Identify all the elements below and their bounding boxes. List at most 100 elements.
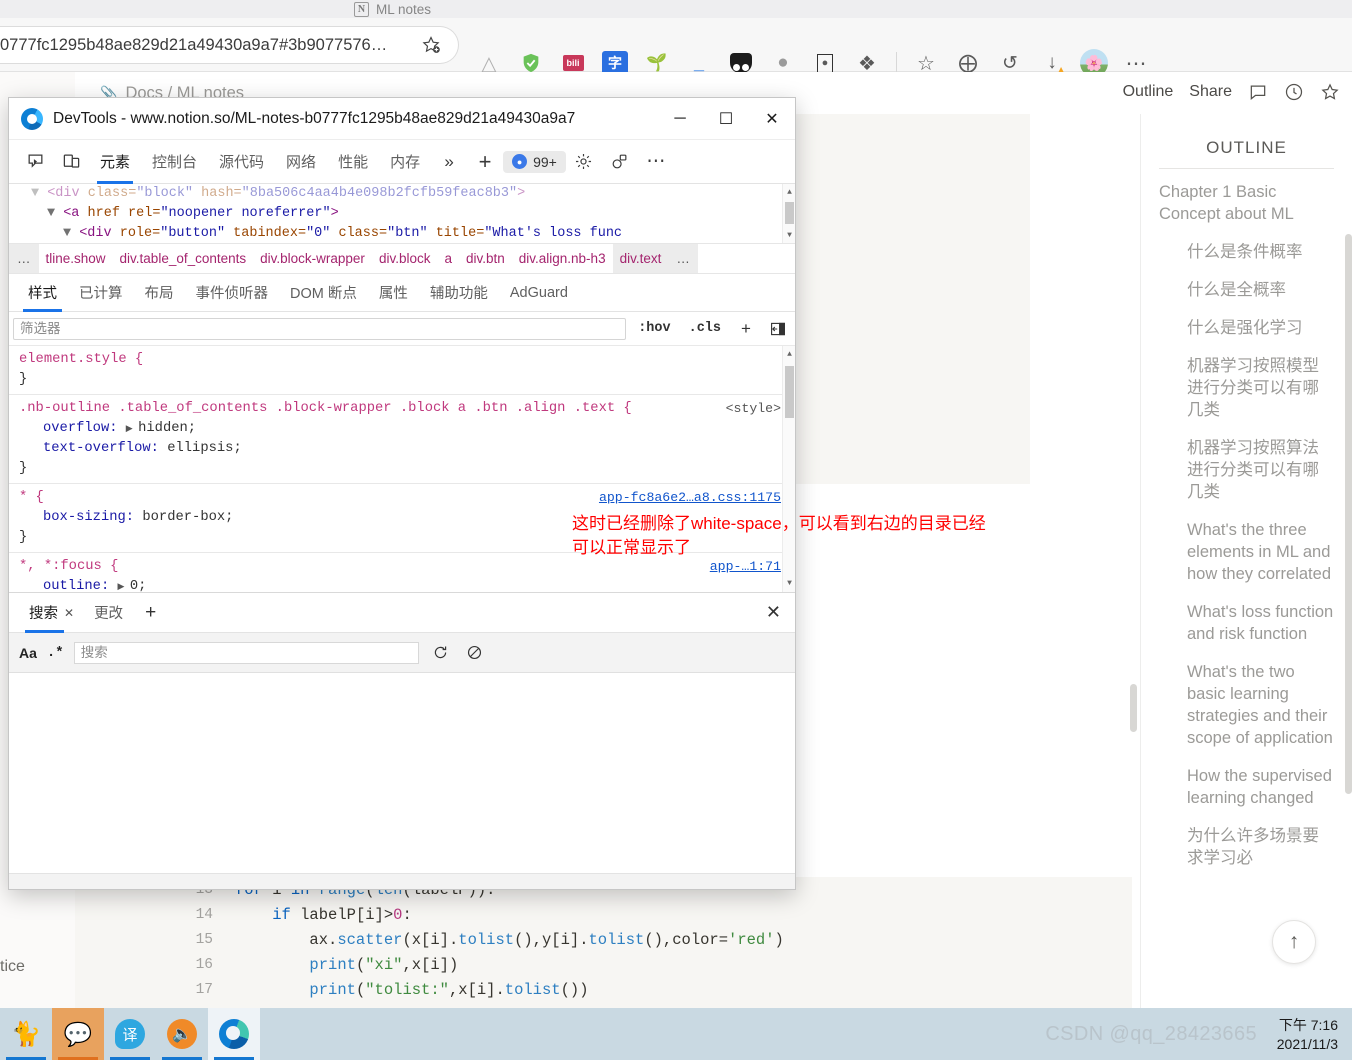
star-add-icon[interactable] (416, 30, 446, 60)
css-property-name[interactable]: text-overflow: (43, 441, 167, 456)
styles-tab[interactable]: 样式 (17, 274, 68, 312)
outline-item[interactable]: How the supervised learning changed (1159, 765, 1334, 809)
comment-icon[interactable] (1248, 82, 1268, 102)
toggle-computed-pane-icon[interactable] (765, 316, 791, 342)
css-declaration[interactable]: outline: ▶ 0; (19, 577, 785, 592)
dom-breadcrumb-item[interactable]: a (437, 244, 459, 273)
css-selector[interactable]: .nb-outline .table_of_contents .block-wr… (19, 399, 785, 419)
share-button[interactable]: Share (1189, 83, 1232, 101)
dom-breadcrumb-item[interactable]: div.align.nb-h3 (512, 244, 613, 273)
address-bar[interactable]: 0777fc1295b48ae829d21a49430a9a7#3b907757… (0, 27, 458, 63)
tab-sources[interactable]: 源代码 (208, 140, 275, 184)
styles-filter-input[interactable]: 筛选器 (13, 317, 627, 340)
outline-item[interactable]: 什么是强化学习 (1159, 317, 1334, 339)
close-drawer-icon[interactable]: ✕ (752, 602, 795, 623)
scroll-thumb[interactable] (785, 202, 794, 224)
outline-item[interactable]: What's loss function and risk function (1159, 601, 1334, 645)
search-results-list[interactable] (9, 673, 795, 873)
css-selector[interactable]: *, *:focus { (19, 557, 785, 577)
taskbar-item-volume[interactable]: 🔈 (156, 1008, 208, 1060)
css-property-value[interactable]: ellipsis; (167, 441, 242, 456)
css-declaration[interactable]: text-overflow: ellipsis; (19, 439, 785, 459)
styles-tab[interactable]: 布局 (134, 274, 185, 312)
new-style-rule-icon[interactable]: + (733, 316, 759, 342)
device-toolbar-icon[interactable] (53, 145, 89, 179)
css-selector[interactable]: element.style { (19, 350, 785, 370)
css-property-name[interactable]: overflow: (43, 421, 126, 436)
taskbar-item-translate[interactable]: 译 (104, 1008, 156, 1060)
add-tab-icon[interactable]: + (467, 145, 503, 179)
drawer-tab-changes[interactable]: 更改 (84, 593, 133, 633)
taskbar-item-cat[interactable]: 🐈 (0, 1008, 52, 1060)
dom-breadcrumb-item[interactable]: div.table_of_contents (113, 244, 254, 273)
scroll-up-icon[interactable]: ▲ (783, 348, 795, 361)
dom-tree[interactable]: ▼ <div class="block" hash="8ba506c4aa4b4… (9, 184, 795, 244)
refresh-icon[interactable] (429, 641, 453, 665)
dom-breadcrumb-item[interactable]: tline.show (39, 244, 113, 273)
match-case-toggle[interactable]: Aa (19, 645, 37, 661)
dom-node-line[interactable]: ▼ <a href rel="noopener noreferrer"> (9, 204, 795, 224)
scroll-down-icon[interactable]: ▼ (783, 229, 795, 242)
outline-item[interactable]: 什么是全概率 (1159, 279, 1334, 301)
outline-item[interactable]: Chapter 1 Basic Concept about ML (1159, 181, 1334, 225)
css-declaration[interactable]: overflow: ▶ hidden; (19, 419, 785, 439)
outline-button[interactable]: Outline (1123, 83, 1174, 101)
styles-tab[interactable]: 已计算 (68, 274, 134, 312)
scroll-thumb[interactable] (785, 366, 794, 418)
dom-breadcrumb-item[interactable]: div.btn (459, 244, 512, 273)
styles-tab[interactable]: 事件侦听器 (185, 274, 280, 312)
dom-tree-scrollbar[interactable]: ▲ ▼ (782, 184, 795, 243)
css-property-value[interactable]: hidden; (138, 421, 196, 436)
css-property-value[interactable]: border-box; (142, 510, 233, 525)
more-tabs-icon[interactable]: » (431, 145, 467, 179)
dom-breadcrumb-item[interactable]: div.block (372, 244, 438, 273)
css-rules-pane[interactable]: element.style {} .nb-outline .table_of_co… (9, 346, 795, 592)
styles-tab[interactable]: 辅助功能 (419, 274, 499, 312)
star-icon[interactable] (1320, 82, 1340, 102)
dom-node-line[interactable]: ▼ <div role="button" tabindex="0" class=… (9, 224, 795, 243)
tab-console[interactable]: 控制台 (141, 140, 208, 184)
issues-badge[interactable]: ● 99+ (503, 150, 566, 173)
address-bar-url[interactable]: 0777fc1295b48ae829d21a49430a9a7#3b907757… (0, 36, 416, 55)
add-drawer-tab-icon[interactable]: + (133, 602, 168, 624)
cls-toggle[interactable]: .cls (683, 321, 727, 336)
expand-triangle-icon[interactable]: ▶ (118, 582, 130, 592)
dom-breadcrumb-bar[interactable]: … tline.show div.table_of_contents div.bloc… (9, 244, 795, 274)
outline-item[interactable]: What's the three elements in ML and how … (1159, 519, 1334, 585)
css-source-link[interactable]: app-fc8a6e2…a8.css:1175 (599, 488, 781, 508)
workspace-icon[interactable] (602, 145, 638, 179)
devtools-more-icon[interactable]: ⋯ (638, 145, 674, 179)
rules-scrollbar[interactable]: ▲ ▼ (782, 346, 795, 592)
dom-breadcrumb-item[interactable]: … (668, 244, 698, 273)
tab-memory[interactable]: 内存 (379, 140, 431, 184)
page-scrollbar[interactable] (1130, 684, 1137, 732)
dom-breadcrumb-item[interactable]: div.text (612, 244, 669, 273)
outline-item[interactable]: What's the two basic learning strategies… (1159, 661, 1334, 749)
tab-elements[interactable]: 元素 (89, 140, 141, 184)
hov-toggle[interactable]: :hov (632, 321, 676, 336)
scroll-down-icon[interactable]: ▼ (783, 577, 795, 590)
css-property-value[interactable]: 0; (130, 579, 147, 592)
close-button[interactable]: ✕ (749, 98, 795, 140)
outline-item[interactable]: 机器学习按照模型进行分类可以有哪几类 (1159, 355, 1334, 421)
tab-performance[interactable]: 性能 (327, 140, 379, 184)
outline-item[interactable]: 什么是条件概率 (1159, 241, 1334, 263)
dom-breadcrumb-item[interactable]: div.block-wrapper (253, 244, 372, 273)
expand-triangle-icon[interactable]: ▶ (126, 424, 138, 434)
back-to-top-button[interactable]: ↑ (1272, 920, 1316, 964)
styles-tab[interactable]: 属性 (368, 274, 419, 312)
outline-item[interactable]: 为什么许多场景要求学习必 (1159, 825, 1334, 869)
css-property-name[interactable]: box-sizing: (43, 510, 142, 525)
css-source-link[interactable]: app-…1:71 (710, 557, 781, 577)
tab-network[interactable]: 网络 (275, 140, 327, 184)
css-declaration[interactable]: box-sizing: border-box; (19, 508, 785, 528)
dom-node-line[interactable]: ▼ <div class="block" hash="8ba506c4aa4b4… (9, 184, 795, 204)
regex-toggle[interactable]: .* (47, 645, 64, 661)
css-rule[interactable]: .nb-outline .table_of_contents .block-wr… (9, 395, 795, 484)
drawer-tab-search[interactable]: 搜索 ✕ (19, 593, 84, 633)
gear-icon[interactable] (566, 145, 602, 179)
taskbar-item-edge[interactable] (208, 1008, 260, 1060)
scroll-up-icon[interactable]: ▲ (783, 186, 795, 199)
css-rule[interactable]: * {app-fc8a6e2…a8.css:1175 box-sizing: bo… (9, 484, 795, 553)
dom-breadcrumb-item[interactable]: … (9, 244, 39, 273)
